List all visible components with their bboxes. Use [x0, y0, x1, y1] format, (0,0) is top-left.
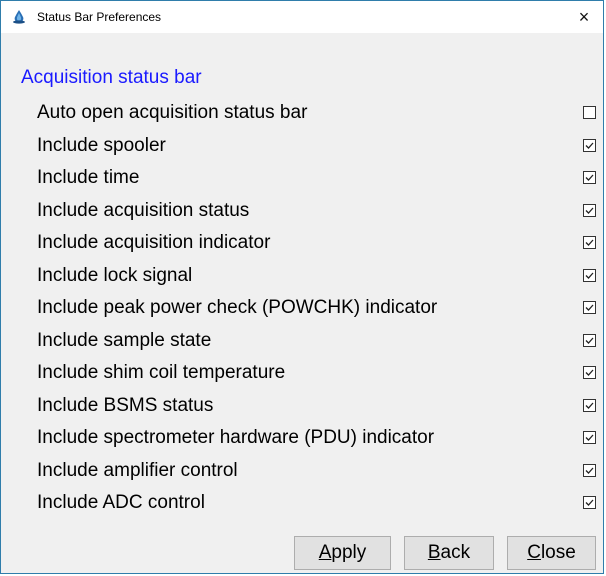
close-icon: × [578, 7, 590, 27]
checkmark-icon [585, 207, 594, 214]
checkmark-icon [585, 272, 594, 279]
option-label: Include spooler [37, 134, 166, 156]
checkmark-icon [585, 337, 594, 344]
option-label: Include spectrometer hardware (PDU) indi… [37, 427, 435, 448]
checkmark-icon [585, 142, 594, 149]
option-row-bsms-status: Include BSMS status [1, 391, 603, 424]
option-row-shim-coil-temperature: Include shim coil temperature [1, 358, 603, 391]
checkbox-amplifier-control[interactable] [583, 463, 596, 477]
option-row-sample-state: Include sample state [1, 326, 603, 359]
apply-button[interactable]: Apply [294, 536, 391, 570]
option-row-powchk: Include peak power check (POWCHK) indica… [1, 293, 603, 326]
checkmark-icon [585, 369, 594, 376]
option-row-auto-open: Auto open acquisition status bar [1, 98, 603, 131]
checkmark-icon [585, 434, 594, 441]
option-label: Auto open acquisition status bar [37, 102, 308, 123]
option-label: Include acquisition status [37, 199, 250, 221]
back-button[interactable]: Back [404, 536, 494, 570]
option-row-spooler: Include spooler [1, 131, 603, 164]
checkmark-icon [585, 402, 594, 409]
back-label-rest: ack [440, 542, 471, 563]
checkbox-lock-signal[interactable] [583, 268, 596, 282]
status-bar-preferences-dialog: Status Bar Preferences × Acquisition sta… [0, 0, 604, 574]
checkbox-sample-state[interactable] [583, 333, 596, 347]
option-row-time: Include time [1, 163, 603, 196]
option-row-acquisition-indicator: Include acquisition indicator [1, 228, 603, 261]
option-label: Include lock signal [37, 264, 193, 286]
apply-label-rest: pply [331, 542, 367, 563]
apply-mnemonic: A [318, 542, 332, 563]
section-header-acquisition-status-bar: Acquisition status bar [21, 67, 202, 88]
option-label: Include peak power check (POWCHK) indica… [37, 297, 438, 318]
option-label: Include shim coil temperature [37, 362, 286, 383]
checkbox-acquisition-indicator[interactable] [583, 236, 596, 249]
options-list: Auto open acquisition status bar Include… [1, 98, 603, 521]
back-mnemonic: B [427, 542, 441, 563]
checkbox-spooler[interactable] [583, 138, 596, 152]
option-label: Include BSMS status [37, 394, 214, 416]
button-bar: Apply Back Close [1, 523, 603, 575]
checkbox-time[interactable] [583, 171, 596, 184]
option-label: Include amplifier control [37, 459, 238, 481]
checkmark-icon [585, 304, 594, 311]
window-title: Status Bar Preferences [37, 10, 162, 24]
checkbox-powchk[interactable] [583, 301, 596, 314]
option-row-acquisition-status: Include acquisition status [1, 196, 603, 229]
close-label-rest: lose [540, 542, 576, 563]
checkbox-bsms-status[interactable] [583, 398, 596, 412]
checkbox-adc-control[interactable] [583, 496, 596, 509]
checkmark-icon [585, 467, 594, 474]
option-row-lock-signal: Include lock signal [1, 261, 603, 294]
checkbox-acquisition-status[interactable] [583, 203, 596, 217]
checkbox-auto-open[interactable] [583, 106, 596, 119]
close-window-button[interactable]: × [571, 5, 597, 29]
checkbox-shim-coil-temperature[interactable] [583, 366, 596, 379]
checkmark-icon [585, 239, 594, 246]
close-button[interactable]: Close [507, 536, 596, 570]
close-mnemonic: C [527, 542, 541, 563]
option-label: Include time [37, 167, 140, 188]
option-label: Include acquisition indicator [37, 232, 271, 253]
topspin-icon [13, 10, 25, 24]
option-row-amplifier-control: Include amplifier control [1, 456, 603, 489]
checkbox-pdu-indicator[interactable] [583, 431, 596, 444]
checkmark-icon [585, 499, 594, 506]
option-label: Include sample state [37, 329, 212, 351]
option-row-pdu-indicator: Include spectrometer hardware (PDU) indi… [1, 423, 603, 456]
option-row-adc-control: Include ADC control [1, 488, 603, 521]
checkmark-icon [585, 174, 594, 181]
title-bar[interactable]: Status Bar Preferences × [1, 1, 603, 33]
option-label: Include ADC control [37, 492, 205, 513]
